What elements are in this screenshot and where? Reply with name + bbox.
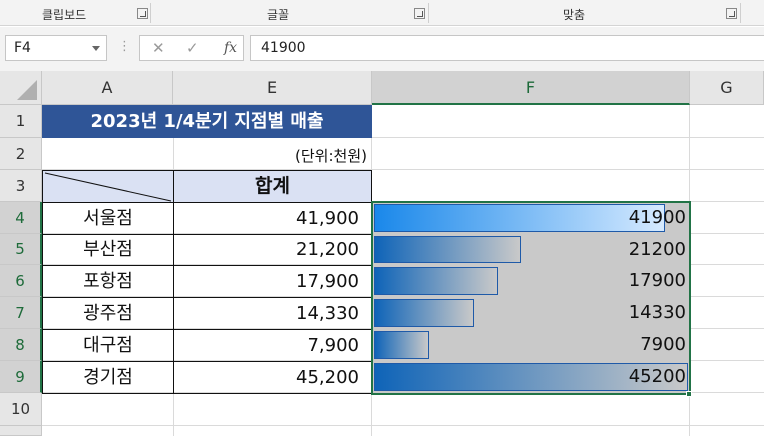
formula-input[interactable]: 41900 xyxy=(250,35,764,61)
column-header-g[interactable]: G xyxy=(690,71,764,105)
diagonal-line xyxy=(44,172,172,202)
ribbon-separator xyxy=(740,3,741,23)
ribbon-group-strip: 클립보드 글꼴 맞춤 xyxy=(0,0,764,26)
ribbon-group-alignment-label: 맞춤 xyxy=(563,8,586,22)
row-header-5[interactable]: 5 xyxy=(0,234,42,265)
ribbon-group-font: 글꼴 xyxy=(151,0,428,26)
branch-name-cell[interactable]: 대구점 xyxy=(42,329,174,362)
branch-name-cell[interactable]: 서울점 xyxy=(42,202,174,235)
row-header-4[interactable]: 4 xyxy=(0,202,42,234)
total-header-cell[interactable]: 합계 xyxy=(173,170,372,203)
chevron-down-icon[interactable] xyxy=(92,46,100,51)
branch-total-cell[interactable]: 14,330 xyxy=(173,297,372,330)
data-bar-value[interactable]: 45200 xyxy=(372,361,686,393)
name-box[interactable]: F4 xyxy=(5,35,107,61)
branch-total-cell[interactable]: 21,200 xyxy=(173,234,372,266)
font-dialog-launcher-icon[interactable] xyxy=(414,8,425,19)
data-bar-value[interactable]: 21200 xyxy=(372,234,686,265)
formula-bar: F4 ⋮ ✕ ✓ fx 41900 xyxy=(0,27,764,71)
ribbon-group-font-label: 글꼴 xyxy=(267,8,290,22)
row-header-10[interactable]: 10 xyxy=(0,393,42,426)
more-options-icon[interactable]: ⋮ xyxy=(118,39,131,54)
branch-name-cell[interactable]: 광주점 xyxy=(42,297,174,330)
fill-handle[interactable] xyxy=(686,391,692,397)
row-header-3[interactable]: 3 xyxy=(0,170,42,202)
cancel-icon[interactable]: ✕ xyxy=(152,39,165,57)
ribbon-group-clipboard: 클립보드 xyxy=(0,0,150,26)
data-bar-value[interactable]: 7900 xyxy=(372,329,686,361)
column-header-e[interactable]: E xyxy=(173,71,372,105)
insert-function-icon[interactable]: fx xyxy=(224,40,237,56)
alignment-dialog-launcher-icon[interactable] xyxy=(726,8,737,19)
formula-buttons: ✕ ✓ fx xyxy=(139,35,244,61)
row-header-1[interactable]: 1 xyxy=(0,105,42,138)
diagonal-header-cell[interactable] xyxy=(42,170,174,203)
enter-check-icon[interactable]: ✓ xyxy=(186,39,199,57)
row-header-6[interactable]: 6 xyxy=(0,265,42,297)
column-header-a[interactable]: A xyxy=(42,71,173,105)
row-header-7[interactable]: 7 xyxy=(0,297,42,329)
worksheet-grid: A E F G 1 2 3 4 5 6 7 8 9 10 2023년 1/4분기… xyxy=(0,71,764,436)
clipboard-dialog-launcher-icon[interactable] xyxy=(137,8,148,19)
ribbon-group-alignment: 맞춤 xyxy=(429,0,740,26)
gridline xyxy=(42,425,764,426)
branch-total-cell[interactable]: 7,900 xyxy=(173,329,372,362)
branch-name-cell[interactable]: 경기점 xyxy=(42,361,174,394)
branch-total-cell[interactable]: 45,200 xyxy=(173,361,372,394)
branch-total-cell[interactable]: 17,900 xyxy=(173,265,372,298)
row-header-8[interactable]: 8 xyxy=(0,329,42,361)
column-header-f[interactable]: F xyxy=(372,71,690,105)
ribbon-group-clipboard-label: 클립보드 xyxy=(42,8,87,22)
formula-input-value: 41900 xyxy=(261,40,306,56)
row-header-9[interactable]: 9 xyxy=(0,361,42,393)
branch-name-cell[interactable]: 포항점 xyxy=(42,265,174,298)
row-header-11[interactable] xyxy=(0,426,42,436)
data-bar-value[interactable]: 17900 xyxy=(372,265,686,297)
select-all-corner[interactable] xyxy=(0,71,42,105)
data-bar-value[interactable]: 41900 xyxy=(372,202,686,234)
branch-name-cell[interactable]: 부산점 xyxy=(42,234,174,266)
sheet-title-cell[interactable]: 2023년 1/4분기 지점별 매출 xyxy=(42,105,372,138)
data-bar-value[interactable]: 14330 xyxy=(372,297,686,329)
name-box-value: F4 xyxy=(14,40,31,56)
row-header-2[interactable]: 2 xyxy=(0,138,42,170)
select-all-triangle-icon xyxy=(17,80,37,100)
branch-total-cell[interactable]: 41,900 xyxy=(173,202,372,235)
unit-label-cell[interactable]: (단위:천원) xyxy=(173,138,370,170)
